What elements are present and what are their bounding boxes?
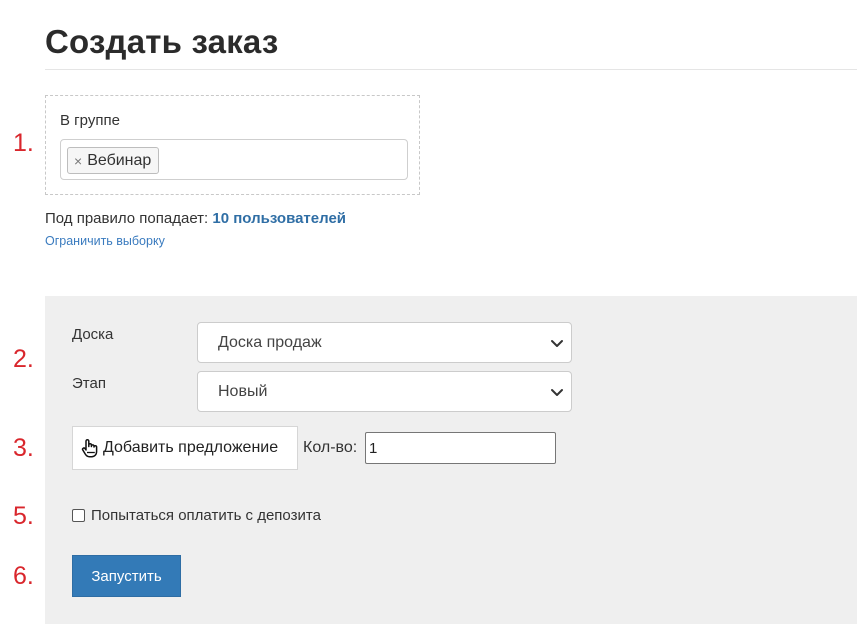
add-offer-label: Добавить предложение — [103, 439, 279, 456]
order-settings-panel: Доска Доска продаж Этап Новый Добавить п… — [45, 296, 857, 624]
user-count-link[interactable]: 10 пользователей — [212, 210, 346, 227]
group-tag: × Вебинар — [67, 147, 160, 174]
deposit-option[interactable]: Попытаться оплатить с депозита — [72, 507, 321, 524]
limit-selection-link[interactable]: Ограничить выборку — [45, 234, 165, 248]
step-number-3: 3. — [13, 434, 34, 462]
step-number-2: 2. — [13, 345, 34, 373]
run-button[interactable]: Запустить — [72, 555, 181, 597]
group-filter-box: В группе × Вебинар — [45, 95, 420, 195]
deposit-label: Попытаться оплатить с депозита — [91, 507, 321, 524]
add-offer-button[interactable]: Добавить предложение — [72, 426, 298, 470]
group-tag-label: Вебинар — [87, 151, 152, 169]
step-number-5: 5. — [13, 502, 34, 530]
stage-select[interactable]: Новый — [197, 371, 572, 412]
chevron-down-icon — [551, 389, 563, 396]
page-title: Создать заказ — [45, 23, 279, 60]
quantity-label: Кол-во: — [303, 439, 358, 456]
hand-pointer-icon — [81, 439, 98, 458]
deposit-checkbox[interactable] — [72, 509, 85, 522]
group-label: В группе — [60, 112, 120, 129]
group-tag-input[interactable]: × Вебинар — [60, 139, 408, 180]
step-number-6: 6. — [13, 562, 34, 590]
step-number-1: 1. — [13, 129, 34, 157]
title-divider — [45, 69, 857, 70]
quantity-input[interactable] — [365, 432, 556, 464]
chevron-down-icon — [551, 340, 563, 347]
stage-select-value: Новый — [218, 382, 268, 400]
board-select-value: Доска продаж — [218, 333, 322, 351]
board-label: Доска — [72, 326, 114, 343]
create-order-page: Создать заказ 1. 2. 3. 4. 5. 6. В группе… — [0, 0, 857, 644]
rule-info: Под правило попадает: 10 пользователей — [45, 210, 346, 227]
stage-label: Этап — [72, 375, 106, 392]
board-select[interactable]: Доска продаж — [197, 322, 572, 363]
close-icon[interactable]: × — [74, 154, 82, 168]
rule-info-prefix: Под правило попадает: — [45, 210, 213, 227]
